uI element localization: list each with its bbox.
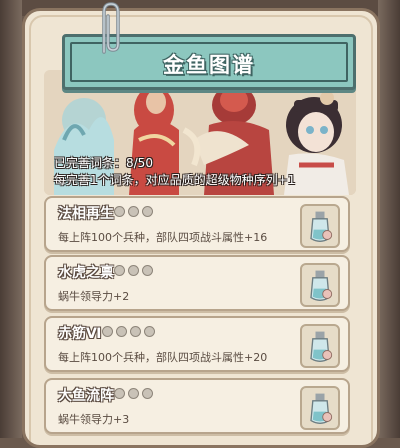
entry-description: 蜗牛领导力+2 bbox=[58, 290, 130, 303]
quality-dots bbox=[114, 388, 153, 399]
quality-dot bbox=[128, 265, 139, 276]
quality-dot bbox=[130, 326, 141, 337]
quality-dot bbox=[114, 388, 125, 399]
quality-dot bbox=[142, 206, 153, 217]
quality-dot bbox=[114, 206, 125, 217]
quality-dots bbox=[114, 265, 153, 276]
entry-description: 每上阵100个兵种，部队四项战斗属性+16 bbox=[58, 231, 268, 244]
quality-dot bbox=[128, 388, 139, 399]
quality-dot bbox=[116, 326, 127, 337]
progress-bonus-note: 每完善1个词条，对应品质的超级物种序列+1 bbox=[54, 173, 296, 187]
quality-dot bbox=[102, 326, 113, 337]
paperclip-icon bbox=[102, 2, 120, 54]
frame-left bbox=[0, 0, 22, 438]
quality-dot bbox=[128, 206, 139, 217]
progress-count: 已完善词条：8/50 bbox=[54, 156, 153, 170]
entry-title: 水虎之禀 bbox=[58, 265, 114, 281]
entry-description: 蜗牛领导力+3 bbox=[58, 413, 130, 426]
potion-bottle-icon[interactable] bbox=[300, 386, 340, 430]
atlas-entry[interactable]: 大鱼流阵 蜗牛领导力+3 bbox=[44, 378, 350, 434]
potion-bottle-icon[interactable] bbox=[300, 204, 340, 248]
atlas-entry[interactable]: 赤筋Ⅵ 每上阵100个兵种，部队四项战斗属性+20 bbox=[44, 316, 350, 372]
entry-description: 每上阵100个兵种，部队四项战斗属性+20 bbox=[58, 351, 268, 364]
frame-right bbox=[378, 0, 400, 438]
quality-dot bbox=[142, 265, 153, 276]
atlas-entry[interactable]: 水虎之禀 蜗牛领导力+2 bbox=[44, 255, 350, 311]
atlas-entry[interactable]: 法相再生 每上阵100个兵种，部队四项战斗属性+16 bbox=[44, 196, 350, 252]
entry-title: 大鱼流阵 bbox=[58, 388, 114, 404]
quality-dot bbox=[144, 326, 155, 337]
potion-bottle-icon[interactable] bbox=[300, 263, 340, 307]
quality-dots bbox=[102, 326, 155, 337]
quality-dot bbox=[114, 265, 125, 276]
potion-bottle-icon[interactable] bbox=[300, 324, 340, 368]
quality-dot bbox=[142, 388, 153, 399]
entry-title: 赤筋Ⅵ bbox=[58, 326, 102, 342]
quality-dots bbox=[114, 206, 153, 217]
entry-title: 法相再生 bbox=[58, 206, 114, 222]
